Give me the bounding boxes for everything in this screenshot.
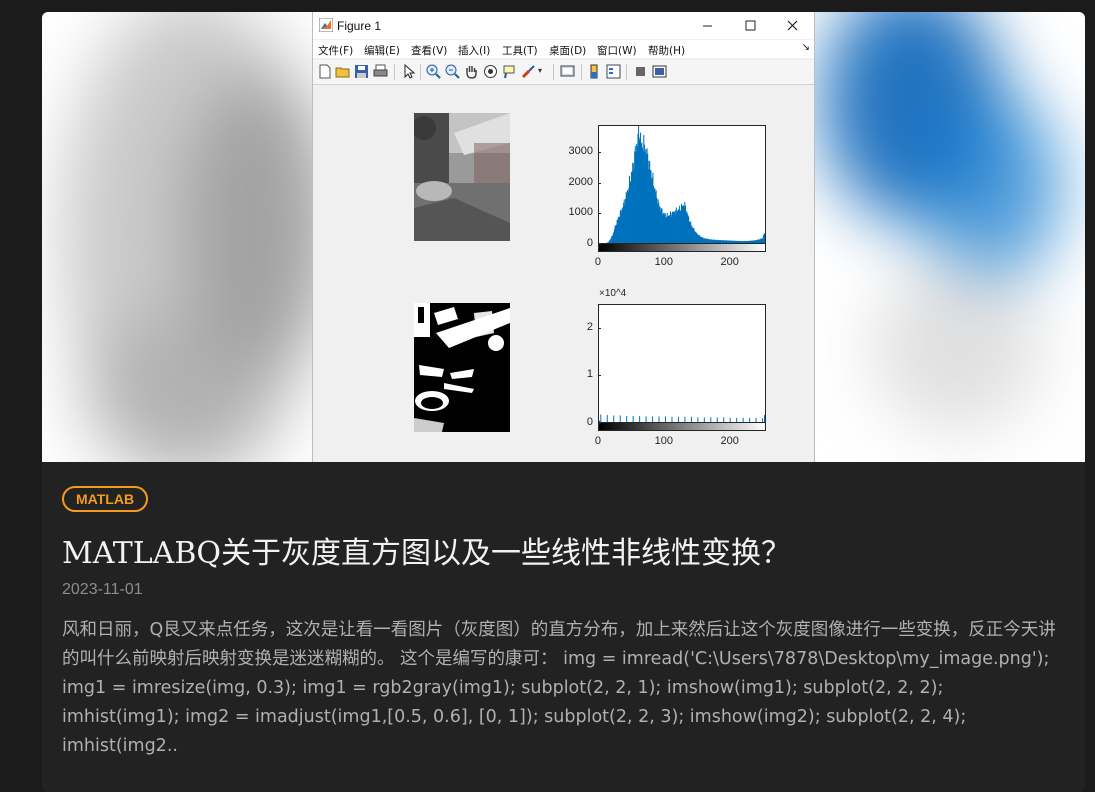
y-tick-mark: [598, 183, 601, 184]
minimize-button[interactable]: [687, 15, 727, 35]
y-tick-label: 1: [587, 368, 593, 380]
minimize-icon: [702, 20, 713, 31]
zoom-in-icon[interactable]: [425, 63, 442, 80]
dock-arrow-icon[interactable]: ↘: [802, 42, 810, 53]
y-tick-mark: [598, 213, 601, 214]
x-tick-label: 0: [595, 435, 601, 447]
figure-plot-area: ×10^4 010002000300001002000120100200: [313, 86, 814, 462]
y-tick-mark: [598, 152, 601, 153]
menu-edit[interactable]: 编辑(E): [364, 43, 400, 58]
x-tick-label: 100: [655, 256, 673, 268]
link-icon[interactable]: [559, 63, 576, 80]
histogram-1-bars: [599, 126, 765, 243]
adjusted-image: [414, 303, 510, 432]
save-icon[interactable]: [353, 63, 370, 80]
histogram-axes-1[interactable]: [598, 125, 766, 244]
toolbar-separator: [553, 64, 554, 80]
colorbar-icon[interactable]: [586, 63, 603, 80]
category-tag[interactable]: MATLAB: [62, 486, 148, 512]
pointer-icon[interactable]: [400, 63, 417, 80]
y-multiplier-label: ×10^4: [599, 288, 626, 299]
post-title[interactable]: MATLABQ关于灰度直方图以及一些线性非线性变换？: [62, 532, 1062, 576]
histogram-axes-2[interactable]: [598, 304, 766, 423]
y-tick-label: 0: [587, 416, 593, 428]
data-cursor-icon[interactable]: [501, 63, 518, 80]
histogram-2-bars: [599, 305, 765, 422]
figure-menu-bar: 文件(F) 编辑(E) 查看(V) 插入(I) 工具(T) 桌面(D) 窗口(W…: [313, 40, 814, 58]
menu-view[interactable]: 查看(V): [411, 43, 447, 58]
menu-window[interactable]: 窗口(W): [597, 43, 637, 58]
x-tick-label: 0: [595, 256, 601, 268]
x-tick-label: 200: [720, 256, 738, 268]
close-button[interactable]: [772, 15, 812, 35]
hide-tools-icon[interactable]: [632, 63, 649, 80]
brush-icon[interactable]: [520, 63, 537, 80]
y-tick-label: 2000: [569, 176, 593, 188]
new-figure-icon[interactable]: [316, 63, 333, 80]
toolbar-separator: [420, 64, 421, 80]
pan-icon[interactable]: [463, 63, 480, 80]
y-tick-mark: [598, 375, 601, 376]
zoom-out-icon[interactable]: [444, 63, 461, 80]
menu-desktop[interactable]: 桌面(D): [549, 43, 586, 58]
matlab-logo-icon: [319, 18, 333, 32]
x-tick-label: 100: [655, 435, 673, 447]
show-tools-icon[interactable]: [651, 63, 668, 80]
histogram-bar: [764, 233, 765, 243]
toolbar-separator: [394, 64, 395, 80]
gray-colorbar-1: [598, 243, 766, 252]
y-tick-mark: [598, 328, 601, 329]
print-icon[interactable]: [372, 63, 389, 80]
y-tick-mark: [598, 423, 601, 424]
figure-title: Figure 1: [337, 19, 381, 33]
menu-tools[interactable]: 工具(T): [502, 43, 538, 58]
matlab-figure-window[interactable]: Figure 1 文件(F) 编辑(E) 查看(V) 插入(I) 工具(T) 桌…: [312, 12, 815, 462]
rotate-icon[interactable]: [482, 63, 499, 80]
open-file-icon[interactable]: [334, 63, 351, 80]
x-tick-label: 200: [720, 435, 738, 447]
toolbar-separator: [626, 64, 627, 80]
post-card[interactable]: Figure 1 文件(F) 编辑(E) 查看(V) 插入(I) 工具(T) 桌…: [42, 12, 1085, 792]
y-tick-label: 2: [587, 321, 593, 333]
legend-icon[interactable]: [605, 63, 622, 80]
y-tick-label: 0: [587, 237, 593, 249]
y-tick-mark: [598, 244, 601, 245]
maximize-button[interactable]: [730, 15, 770, 35]
maximize-icon: [745, 20, 756, 31]
figure-toolbar: ▾: [313, 60, 814, 85]
close-icon: [787, 20, 798, 31]
toolbar-separator: [581, 64, 582, 80]
figure-title-bar[interactable]: Figure 1: [313, 12, 814, 39]
menu-file[interactable]: 文件(F): [318, 43, 353, 58]
y-tick-label: 1000: [569, 206, 593, 218]
y-tick-label: 3000: [569, 145, 593, 157]
menu-insert[interactable]: 插入(I): [458, 43, 490, 58]
cover-image[interactable]: Figure 1 文件(F) 编辑(E) 查看(V) 插入(I) 工具(T) 桌…: [42, 12, 1085, 462]
post-date: 2023-11-01: [62, 581, 143, 599]
gray-colorbar-2: [598, 422, 766, 431]
post-excerpt: 风和日丽，Q艮又来点任务，这次是让看一看图片（灰度图）的直方分布，加上来然后让这…: [62, 616, 1064, 761]
grayscale-image: [414, 113, 510, 241]
menu-help[interactable]: 帮助(H): [648, 43, 685, 58]
